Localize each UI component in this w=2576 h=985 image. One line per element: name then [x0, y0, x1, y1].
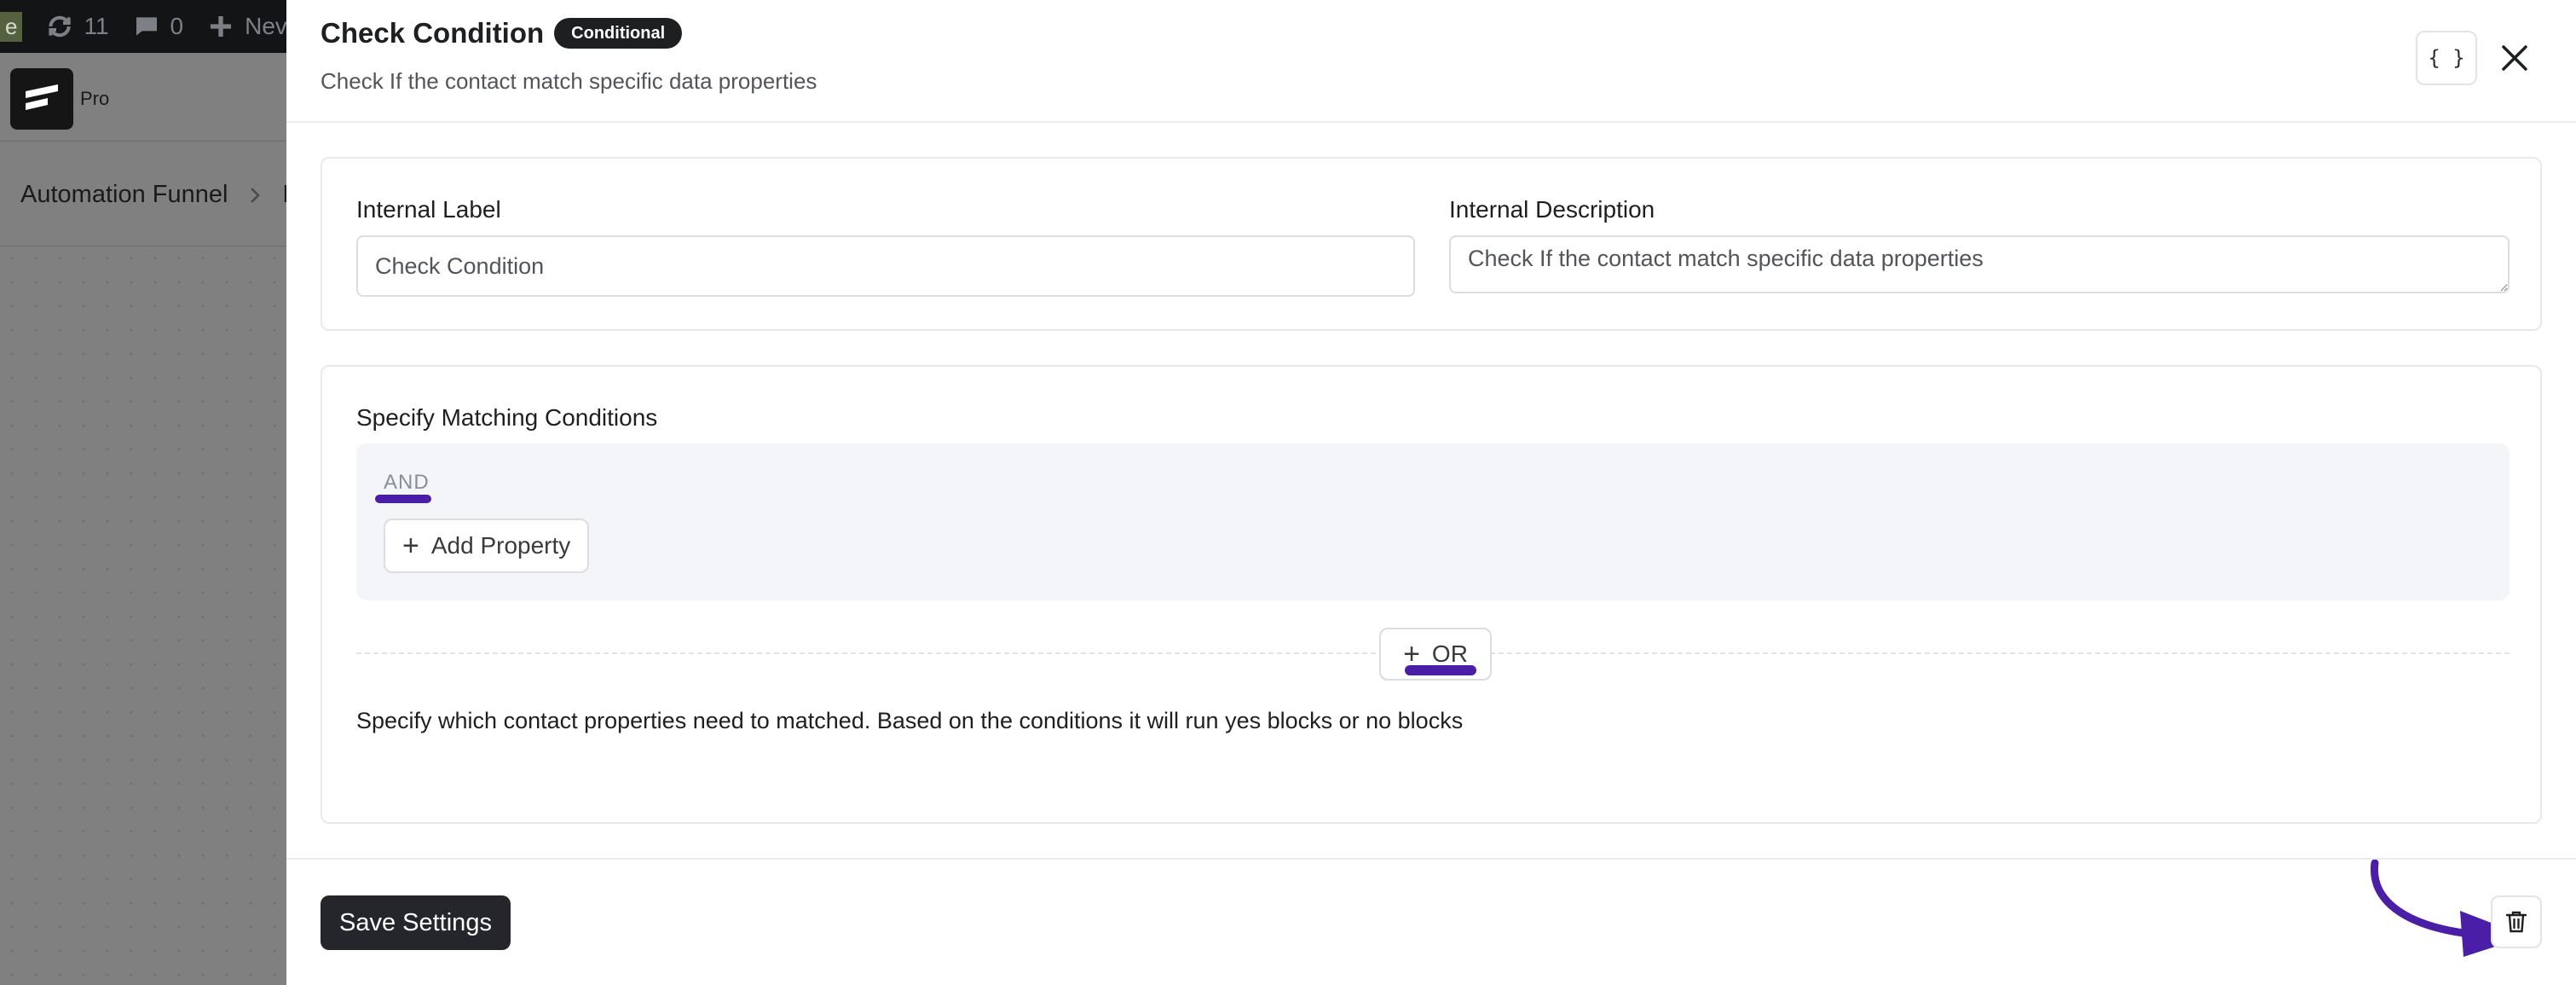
delete-block-button[interactable] [2491, 895, 2542, 948]
breadcrumb: Automation Funnel N [20, 181, 300, 209]
save-settings-button[interactable]: Save Settings [321, 895, 511, 950]
internal-label-input[interactable] [356, 235, 1415, 297]
admin-bar-site[interactable]: e [0, 11, 23, 42]
updates-count: 11 [84, 13, 109, 39]
internal-description-label: Internal Description [1449, 196, 1655, 223]
plus-icon [211, 16, 232, 37]
canvas-grid [0, 246, 286, 985]
trash-icon [2505, 911, 2527, 933]
conditions-title: Specify Matching Conditions [356, 404, 658, 431]
code-icon: { } [2428, 46, 2465, 70]
or-button-label: OR [1431, 640, 1468, 667]
logo-icon[interactable] [10, 68, 73, 130]
admin-bar-updates[interactable]: 11 [46, 13, 109, 40]
matching-conditions-card: Specify Matching Conditions AND + Add Pr… [321, 365, 2542, 824]
new-label: Nev [245, 13, 287, 39]
comments-count: 0 [170, 13, 184, 39]
pro-label: Pro [80, 88, 110, 109]
close-button[interactable] [2496, 39, 2533, 77]
internal-info-card: Internal Label Internal Description Chec… [321, 157, 2542, 331]
drawer-header: Check Condition Conditional Check If the… [286, 0, 2576, 123]
title-row: Check Condition Conditional [321, 17, 683, 49]
breadcrumb-automation-funnel[interactable]: Automation Funnel [20, 181, 228, 209]
chevron-right-icon [251, 187, 261, 203]
add-property-label: Add Property [430, 532, 571, 559]
smart-codes-button[interactable]: { } [2416, 31, 2477, 85]
conditions-help-text: Specify which contact properties need to… [356, 708, 1464, 733]
admin-bar-comments[interactable]: 0 [133, 13, 184, 40]
close-icon [2502, 45, 2527, 71]
settings-drawer: Check Condition Conditional Check If the… [286, 0, 2576, 985]
comment-icon [136, 17, 157, 36]
sync-icon [49, 15, 72, 38]
app-brand: Pro [10, 68, 109, 130]
internal-description-textarea[interactable]: Check If the contact match specific data… [1449, 235, 2510, 293]
header-divider [0, 141, 290, 142]
drawer-subtitle: Check If the contact match specific data… [321, 68, 817, 94]
annotation-underline-and [375, 495, 431, 503]
admin-bar-new[interactable]: Nev [207, 13, 287, 40]
plus-icon: + [1403, 638, 1420, 670]
annotation-underline-or [1405, 665, 1476, 675]
and-operator-label: AND [384, 471, 430, 494]
internal-label-label: Internal Label [356, 196, 501, 223]
drawer-footer: Save Settings [286, 858, 2576, 985]
condition-group: AND + Add Property [356, 443, 2510, 600]
drawer-title: Check Condition [321, 17, 545, 49]
plus-icon: + [402, 530, 419, 562]
conditional-badge: Conditional [554, 18, 683, 49]
add-property-button[interactable]: + Add Property [384, 519, 590, 573]
